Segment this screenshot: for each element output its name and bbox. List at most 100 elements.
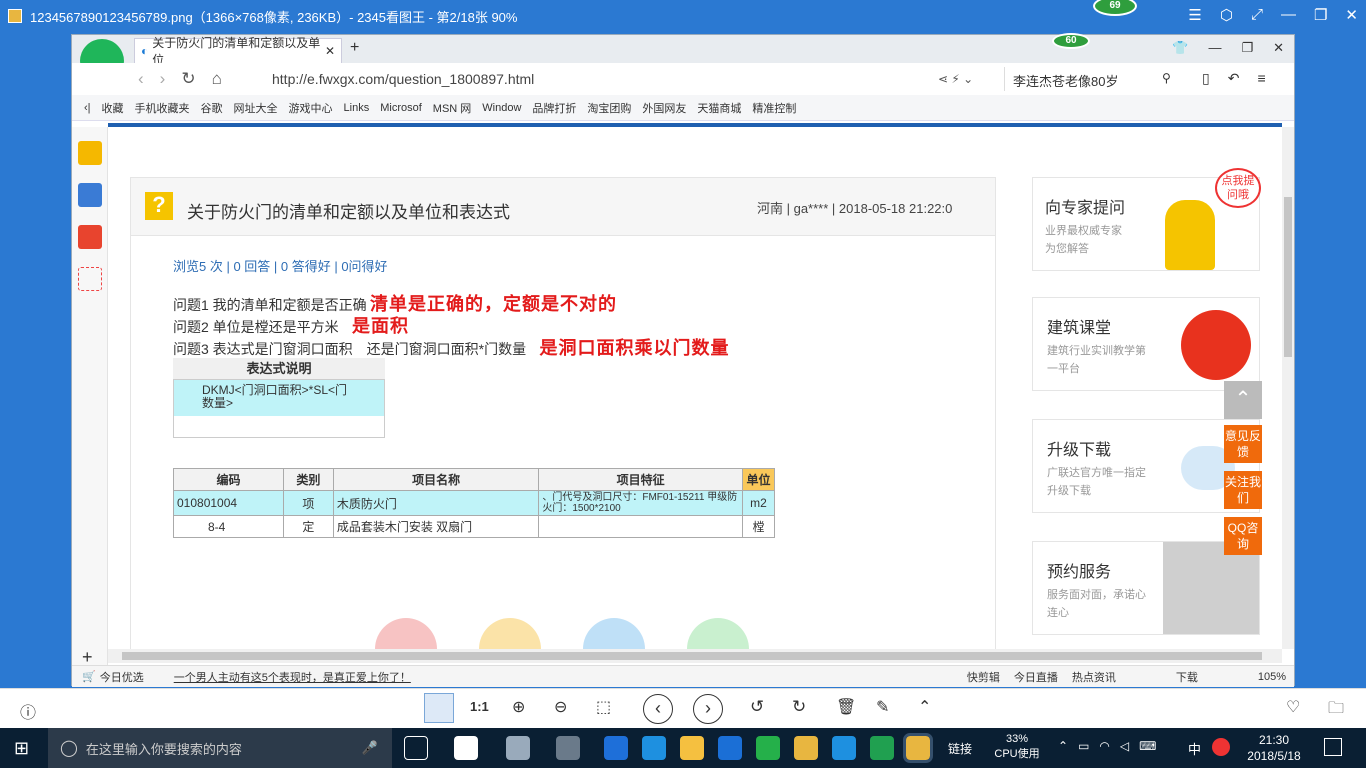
menu-icon[interactable]: ☰ xyxy=(1188,6,1201,24)
bookmark-item[interactable]: 谷歌 xyxy=(201,100,223,116)
bookmark-item[interactable]: 游戏中心 xyxy=(289,100,333,116)
service-card[interactable]: 预约服务 服务面对面，承诺心连心 xyxy=(1032,541,1260,635)
fit-icon[interactable]: ⬚ xyxy=(596,697,611,717)
hscroll-thumb[interactable] xyxy=(122,652,1262,660)
status-item[interactable]: 下载 xyxy=(1176,669,1198,685)
prev-image-button[interactable]: ‹ xyxy=(643,694,673,724)
mobile-icon[interactable]: ▯ xyxy=(1202,70,1210,87)
question-stats[interactable]: 浏览5 次 | 0 回答 | 0 答得好 | 0问得好 xyxy=(173,256,388,275)
image-viewer-icon[interactable] xyxy=(903,733,933,763)
taskbar-search-box[interactable]: ◯ 在这里输入你要搜索的内容 🎤 xyxy=(48,728,392,768)
sidebar-toggle-icon[interactable]: ‹| xyxy=(84,102,91,114)
back-to-top-button[interactable]: ⌃ xyxy=(1224,381,1262,419)
mouse-mode-icon[interactable] xyxy=(424,693,454,723)
status-item[interactable]: 热点资讯 xyxy=(1072,669,1116,685)
delete-icon[interactable]: 🗑 xyxy=(836,697,856,717)
bookmark-item[interactable]: 天猫商城 xyxy=(697,100,741,116)
reader-icon[interactable] xyxy=(78,183,102,207)
actual-size-button[interactable]: 1:1 xyxy=(470,699,489,714)
course-card[interactable]: 建筑课堂 建筑行业实训教学第一平台 xyxy=(1032,297,1260,391)
app-spiral-icon[interactable] xyxy=(556,736,580,760)
next-image-button[interactable]: › xyxy=(693,694,723,724)
mail-icon[interactable] xyxy=(78,267,102,291)
like-icon[interactable] xyxy=(375,618,437,649)
mic-icon[interactable]: 🎤 xyxy=(362,740,378,756)
explorer-icon[interactable] xyxy=(680,736,704,760)
clock[interactable]: 21:30 2018/5/18 xyxy=(1244,732,1304,764)
share-circle-icon[interactable] xyxy=(583,618,645,649)
bookmark-item[interactable]: 精准控制 xyxy=(752,100,796,116)
browser-e-icon[interactable] xyxy=(506,736,530,760)
bookmark-item[interactable]: 外国网友 xyxy=(642,100,686,116)
bookmark-item[interactable]: 网址大全 xyxy=(234,100,278,116)
expert-card[interactable]: 向专家提问 业界最权威专家为您解答 点我提问哦 xyxy=(1032,168,1261,271)
app-f-icon[interactable] xyxy=(870,736,894,760)
refresh-icon[interactable]: ↻ xyxy=(181,69,195,89)
notes-icon[interactable] xyxy=(794,736,818,760)
app-pinwheel-icon[interactable] xyxy=(454,736,478,760)
tab-close-icon[interactable]: ✕ xyxy=(325,44,335,58)
notification-icon[interactable] xyxy=(1324,738,1342,756)
favorite-icon[interactable] xyxy=(479,618,541,649)
ask-bubble[interactable]: 点我提问哦 xyxy=(1215,168,1261,208)
scroll-thumb[interactable] xyxy=(1284,197,1292,357)
start-icon[interactable]: ⊞ xyxy=(14,738,29,759)
follow-button[interactable]: 关注我们 xyxy=(1224,471,1262,509)
undo-icon[interactable]: ↶ xyxy=(1228,70,1240,87)
browser-2345-icon[interactable] xyxy=(756,736,780,760)
search-input[interactable]: 李连杰苍老像80岁 xyxy=(1004,67,1184,91)
table-row[interactable]: 010801004 项 木质防火门 、门代号及洞口尺寸：FMF01-15211 … xyxy=(173,490,775,516)
report-icon[interactable] xyxy=(687,618,749,649)
move-app-icon[interactable] xyxy=(832,736,856,760)
bookmark-item[interactable]: MSN 网 xyxy=(433,100,472,116)
vertical-scrollbar[interactable] xyxy=(1282,127,1294,649)
status-item[interactable]: 今日直播 xyxy=(1014,669,1058,685)
weibo-icon[interactable] xyxy=(78,225,102,249)
minimize-button[interactable]: — xyxy=(1281,6,1296,24)
status-news[interactable]: 一个男人主动有这5个表现时，是真正爱上你了！ xyxy=(174,669,411,685)
rotate-left-icon[interactable]: ↺ xyxy=(750,697,764,717)
edge-icon[interactable] xyxy=(604,736,628,760)
bookmark-item[interactable]: 手机收藏夹 xyxy=(135,100,190,116)
shirt-icon[interactable]: 👕 xyxy=(1172,40,1188,56)
search-icon[interactable]: ⚲ xyxy=(1162,71,1171,85)
skin-icon[interactable]: ⬡ xyxy=(1220,6,1233,24)
forward-icon[interactable]: › xyxy=(160,69,166,89)
fullscreen-icon[interactable]: ⤢ xyxy=(1251,6,1263,24)
browser-restore-button[interactable]: ❐ xyxy=(1241,40,1253,56)
zoom-level[interactable]: 105% xyxy=(1258,671,1286,683)
tray-expand-icon[interactable]: ⌃ xyxy=(1058,739,1068,753)
task-view-icon[interactable] xyxy=(404,736,428,760)
new-tab-icon[interactable]: + xyxy=(350,39,359,57)
close-button[interactable]: ✕ xyxy=(1345,6,1358,24)
rotate-right-icon[interactable]: ↻ xyxy=(792,697,806,717)
horizontal-scrollbar[interactable] xyxy=(108,649,1282,663)
bookmark-item[interactable]: 淘宝团购 xyxy=(587,100,631,116)
ime-indicator[interactable]: 中 xyxy=(1188,739,1201,758)
ie-icon[interactable] xyxy=(642,736,666,760)
volume-icon[interactable]: ◁ xyxy=(1120,739,1129,753)
info-icon[interactable]: ⓘ xyxy=(20,699,36,723)
browser-minimize-button[interactable]: — xyxy=(1208,40,1221,56)
glodon-icon[interactable] xyxy=(718,736,742,760)
folder-icon[interactable]: 🗀 xyxy=(1328,697,1344,724)
battery-icon[interactable]: ▭ xyxy=(1078,739,1089,753)
edit-icon[interactable]: ✎ xyxy=(876,697,889,717)
more-icon[interactable]: ⌃ xyxy=(918,697,931,717)
status-item[interactable]: 快剪辑 xyxy=(967,669,1000,685)
bookmark-item[interactable]: Microsof xyxy=(380,102,422,114)
zoom-out-icon[interactable]: ⊖ xyxy=(554,697,567,717)
taskbar-link[interactable]: 链接 xyxy=(948,740,972,757)
favorite-heart-icon[interactable]: ♡ xyxy=(1286,697,1300,717)
back-icon[interactable]: ‹ xyxy=(138,69,144,89)
browser-close-button[interactable]: ✕ xyxy=(1273,40,1284,56)
wifi-icon[interactable]: ◠ xyxy=(1099,739,1109,753)
restore-button[interactable]: ❐ xyxy=(1314,6,1327,24)
status-left[interactable]: 今日优选 xyxy=(100,669,144,685)
bookmark-item[interactable]: Window xyxy=(482,102,521,114)
bookmark-item[interactable]: Links xyxy=(344,102,370,114)
url-input[interactable]: http://e.fwxgx.com/question_1800897.html xyxy=(272,71,534,87)
bookmark-item[interactable]: 品牌打折 xyxy=(532,100,576,116)
home-icon[interactable]: ⌂ xyxy=(212,69,222,89)
qq-consult-button[interactable]: QQ咨询 xyxy=(1224,517,1262,555)
